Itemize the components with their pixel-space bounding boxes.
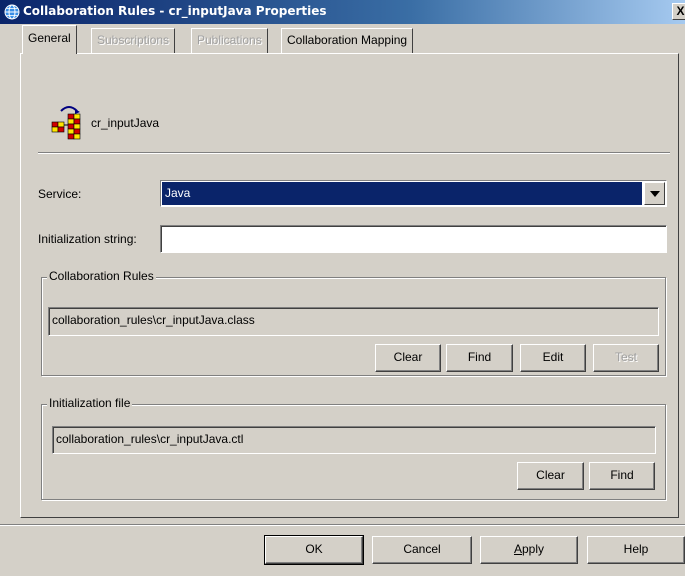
tab-subscriptions: Subscriptions	[91, 28, 176, 53]
object-name: cr_inputJava	[91, 116, 160, 130]
init-clear-button[interactable]: Clear	[517, 462, 584, 490]
tab-collaboration-mapping-label: Collaboration Mapping	[287, 33, 408, 47]
initialization-file-path[interactable]: collaboration_rules\cr_inputJava.ctl	[52, 426, 656, 454]
collab-edit-button[interactable]: Edit	[520, 344, 586, 372]
apply-label: pply	[522, 542, 545, 556]
tab-publications-label: Publications	[197, 33, 262, 47]
footer-separator	[0, 524, 685, 526]
collab-find-button[interactable]: Find	[446, 344, 513, 372]
collaboration-rules-icon	[51, 106, 81, 140]
init-string-label: Initialization string:	[38, 232, 137, 246]
help-button[interactable]: Help	[587, 536, 685, 564]
apply-mnemonic: A	[513, 542, 522, 556]
properties-dialog: Collaboration Rules - cr_inputJava Prope…	[0, 0, 685, 576]
ok-button[interactable]: OK	[264, 535, 364, 565]
chevron-down-icon[interactable]	[644, 182, 665, 205]
service-selected-value: Java	[162, 182, 642, 205]
service-select[interactable]: Java	[160, 180, 667, 207]
tab-general[interactable]: General	[22, 25, 77, 54]
close-button[interactable]: X	[672, 3, 685, 20]
tab-collaboration-mapping[interactable]: Collaboration Mapping	[281, 28, 414, 53]
collaboration-rules-path[interactable]: collaboration_rules\cr_inputJava.class	[48, 307, 659, 336]
collaboration-rules-group-title: Collaboration Rules	[47, 269, 156, 283]
initialization-file-group-title: Initialization file	[47, 396, 133, 410]
globe-icon	[4, 4, 20, 20]
tab-subscriptions-label: Subscriptions	[97, 33, 170, 47]
header-separator	[38, 152, 670, 154]
collab-clear-button[interactable]: Clear	[375, 344, 441, 372]
cancel-button[interactable]: Cancel	[372, 536, 472, 564]
init-string-input[interactable]	[160, 225, 667, 253]
apply-button[interactable]: Apply	[480, 536, 578, 564]
service-label: Service:	[38, 187, 82, 201]
window-title: Collaboration Rules - cr_inputJava Prope…	[23, 4, 327, 18]
tab-publications: Publications	[191, 28, 268, 53]
init-find-button[interactable]: Find	[589, 462, 655, 490]
collab-test-button: Test	[593, 344, 659, 372]
title-bar[interactable]: Collaboration Rules - cr_inputJava Prope…	[0, 0, 685, 24]
tab-general-label: General	[28, 31, 71, 45]
